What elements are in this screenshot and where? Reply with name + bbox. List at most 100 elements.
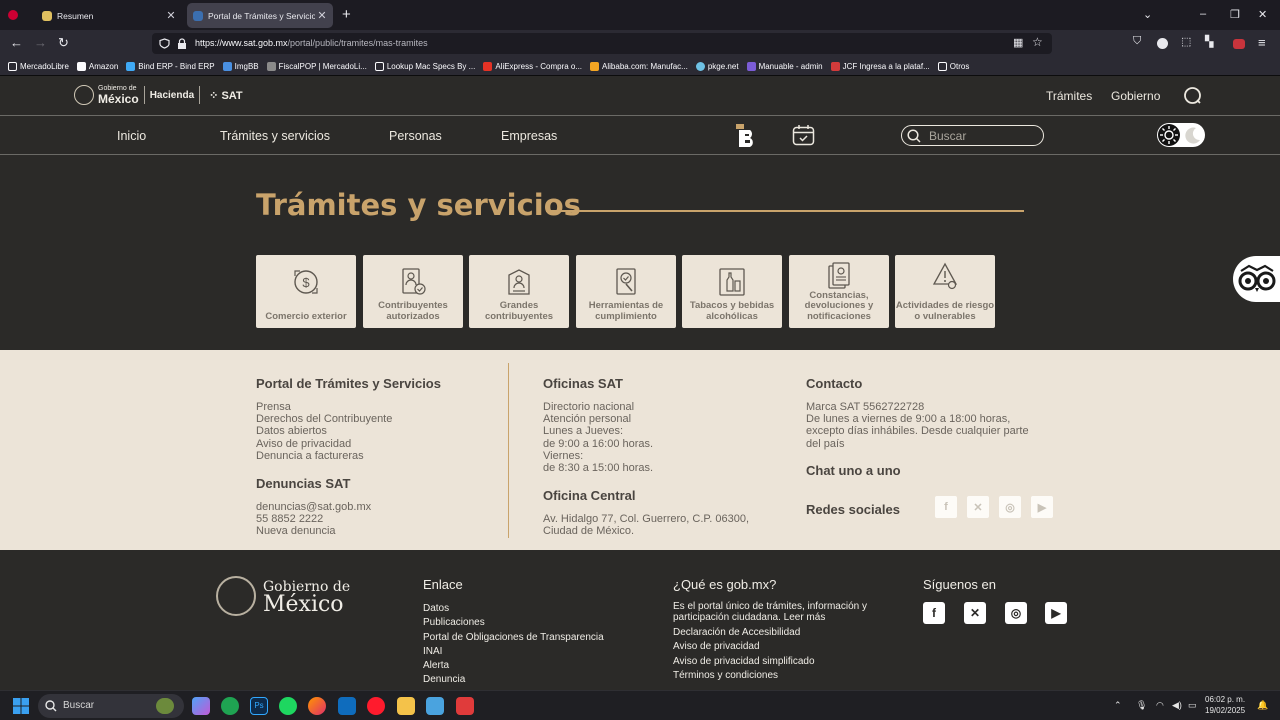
link-prensa[interactable]: Prensa bbox=[256, 401, 392, 413]
wifi-icon[interactable]: ◠ bbox=[1156, 700, 1164, 711]
reload-icon[interactable]: ↻ bbox=[58, 35, 69, 51]
chat-link[interactable]: Chat uno a uno bbox=[806, 463, 901, 478]
link-atencion-personal[interactable]: Atención personal bbox=[543, 413, 653, 425]
instagram-icon[interactable]: ◎ bbox=[999, 496, 1021, 518]
file-explorer-icon[interactable] bbox=[397, 697, 415, 715]
bookmark-folder-otros[interactable]: Otros bbox=[937, 61, 969, 71]
instagram-icon[interactable]: ◎ bbox=[1005, 602, 1027, 624]
contact-phone[interactable]: Marca SAT 5562722728 bbox=[806, 401, 1029, 413]
card-contribuyentes-autorizados[interactable]: Contribuyentes autorizados bbox=[363, 255, 463, 328]
bookmark-alibaba[interactable]: Alibaba.com: Manufac... bbox=[590, 61, 688, 71]
x-twitter-icon[interactable]: ✕ bbox=[964, 602, 986, 624]
facebook-icon[interactable]: f bbox=[935, 496, 957, 518]
url-text[interactable]: https://www.sat.gob.mx/portal/public/tra… bbox=[195, 38, 428, 48]
url-bar[interactable]: https://www.sat.gob.mx/portal/public/tra… bbox=[152, 33, 1052, 54]
bookmark-fiscalpop[interactable]: FiscalPOP | MercadoLi... bbox=[266, 61, 367, 71]
apps-icon[interactable]: ▚ bbox=[1205, 35, 1213, 48]
link-denuncia[interactable]: Denuncia bbox=[423, 673, 604, 687]
taskbar-clock[interactable]: 06:02 p. m. 19/02/2025 bbox=[1205, 694, 1245, 716]
link-directorio[interactable]: Directorio nacional bbox=[543, 401, 653, 413]
notepad-icon[interactable] bbox=[426, 697, 444, 715]
bookmark-lookup-mac[interactable]: Lookup Mac Specs By ... bbox=[374, 61, 475, 71]
xbox-icon[interactable] bbox=[221, 697, 239, 715]
search-icon[interactable] bbox=[1183, 86, 1202, 105]
card-tabacos-bebidas[interactable]: Tabacos y bebidas alcohólicas bbox=[682, 255, 782, 328]
link-aviso-simplificado[interactable]: Aviso de privacidad simplificado bbox=[673, 655, 815, 669]
windows-start-icon[interactable] bbox=[13, 698, 29, 714]
bookmark-imgbb[interactable]: ImgBB bbox=[222, 61, 259, 71]
gobmx-description[interactable]: participación ciudadana. Leer más bbox=[673, 612, 867, 624]
menu-item-empresas[interactable]: Empresas bbox=[501, 129, 557, 143]
bookmark-manuable[interactable]: Manuable - admin bbox=[746, 61, 823, 71]
shield-icon[interactable] bbox=[159, 38, 170, 49]
top-link-tramites[interactable]: Trámites bbox=[1046, 89, 1092, 103]
qr-code-icon[interactable]: ▦ bbox=[1013, 36, 1023, 49]
pocket-icon[interactable]: ⛉ bbox=[1133, 35, 1141, 48]
tray-overflow-icon[interactable]: ⌃ bbox=[1114, 700, 1122, 711]
calendar-icon[interactable] bbox=[792, 124, 815, 146]
minimize-icon[interactable]: – bbox=[1200, 8, 1206, 20]
close-tab-icon[interactable]: ✕ bbox=[164, 9, 178, 22]
youtube-icon[interactable]: ▶ bbox=[1045, 602, 1067, 624]
link-alerta[interactable]: Alerta bbox=[423, 659, 604, 673]
youtube-icon[interactable]: ▶ bbox=[1031, 496, 1053, 518]
lock-icon[interactable] bbox=[177, 38, 187, 49]
link-accesibilidad[interactable]: Declaración de Accesibilidad bbox=[673, 626, 815, 640]
battery-icon[interactable]: ▭ bbox=[1188, 700, 1197, 711]
link-datos[interactable]: Datos bbox=[423, 602, 604, 616]
theme-toggle[interactable] bbox=[1157, 123, 1205, 147]
menu-item-inicio[interactable]: Inicio bbox=[117, 129, 146, 143]
link-transparencia[interactable]: Portal de Obligaciones de Transparencia bbox=[423, 631, 604, 645]
firefox-icon[interactable] bbox=[308, 697, 326, 715]
link-aviso-privacidad[interactable]: Aviso de privacidad bbox=[256, 438, 392, 450]
browser-tab-resumen[interactable]: Resumen ✕ bbox=[32, 3, 182, 28]
card-herramientas-cumplimiento[interactable]: Herramientas de cumplimiento bbox=[576, 255, 676, 328]
b-logo-icon[interactable] bbox=[736, 123, 760, 148]
photoshop-icon[interactable]: Ps bbox=[250, 697, 268, 715]
x-twitter-icon[interactable]: ✕ bbox=[967, 496, 989, 518]
snipping-tool-icon[interactable] bbox=[456, 697, 474, 715]
outlook-icon[interactable] bbox=[338, 697, 356, 715]
copilot-icon[interactable] bbox=[192, 697, 210, 715]
bookmark-jcf[interactable]: JCF Ingresa a la plataf... bbox=[830, 61, 930, 71]
link-aviso-privacidad[interactable]: Aviso de privacidad bbox=[673, 640, 815, 654]
facebook-icon[interactable]: f bbox=[923, 602, 945, 624]
accessibility-widget[interactable] bbox=[1233, 256, 1280, 302]
card-grandes-contribuyentes[interactable]: Grandes contribuyentes bbox=[469, 255, 569, 328]
notifications-icon[interactable]: 🔔 bbox=[1257, 700, 1268, 711]
menu-item-tramites[interactable]: Trámites y servicios bbox=[220, 129, 330, 143]
taskbar-search[interactable]: Buscar bbox=[38, 694, 184, 718]
link-denuncia-factureras[interactable]: Denuncia a factureras bbox=[256, 450, 392, 462]
firefox-view-icon[interactable] bbox=[8, 10, 18, 20]
site-search-input[interactable]: Buscar bbox=[901, 125, 1044, 146]
new-tab-icon[interactable]: + bbox=[342, 6, 351, 23]
close-window-icon[interactable]: ✕ bbox=[1258, 8, 1267, 21]
list-tabs-icon[interactable]: ⌄ bbox=[1143, 8, 1152, 21]
bookmark-amazon[interactable]: Amazon bbox=[76, 61, 118, 71]
link-derechos[interactable]: Derechos del Contribuyente bbox=[256, 413, 392, 425]
card-actividades-riesgo[interactable]: Actividades de riesgo o vulnerables bbox=[895, 255, 995, 328]
link-datos-abiertos[interactable]: Datos abiertos bbox=[256, 425, 392, 437]
volume-icon[interactable]: ◀) bbox=[1172, 700, 1182, 711]
menu-icon[interactable]: ≡ bbox=[1258, 35, 1266, 50]
restore-icon[interactable]: ❐ bbox=[1230, 8, 1240, 21]
bookmark-aliexpress[interactable]: AliExpress - Compra o... bbox=[483, 61, 582, 71]
link-inai[interactable]: INAI bbox=[423, 645, 604, 659]
link-publicaciones[interactable]: Publicaciones bbox=[423, 616, 604, 630]
top-link-gobierno[interactable]: Gobierno bbox=[1111, 89, 1160, 103]
bookmark-mercadolibre[interactable]: MercadoLibre bbox=[8, 61, 69, 71]
adblock-icon[interactable] bbox=[1233, 39, 1245, 49]
account-icon[interactable] bbox=[1157, 38, 1168, 49]
link-terminos[interactable]: Términos y condiciones bbox=[673, 669, 815, 683]
link-nueva-denuncia[interactable]: Nueva denuncia bbox=[256, 525, 371, 537]
denuncias-email[interactable]: denuncias@sat.gob.mx bbox=[256, 501, 371, 513]
spotify-icon[interactable] bbox=[279, 697, 297, 715]
opera-icon[interactable] bbox=[367, 697, 385, 715]
bookmark-pkge[interactable]: pkge.net bbox=[695, 61, 739, 71]
card-constancias[interactable]: Constancias, devoluciones y notificacion… bbox=[789, 255, 889, 328]
bookmark-star-icon[interactable]: ☆ bbox=[1032, 35, 1043, 49]
denuncias-phone[interactable]: 55 8852 2222 bbox=[256, 513, 371, 525]
government-logo[interactable]: Gobierno de México Hacienda ⁘ SAT bbox=[74, 85, 243, 105]
extensions-icon[interactable]: ⬚ bbox=[1181, 35, 1191, 48]
microphone-icon[interactable]: 🎙 bbox=[1136, 700, 1147, 711]
